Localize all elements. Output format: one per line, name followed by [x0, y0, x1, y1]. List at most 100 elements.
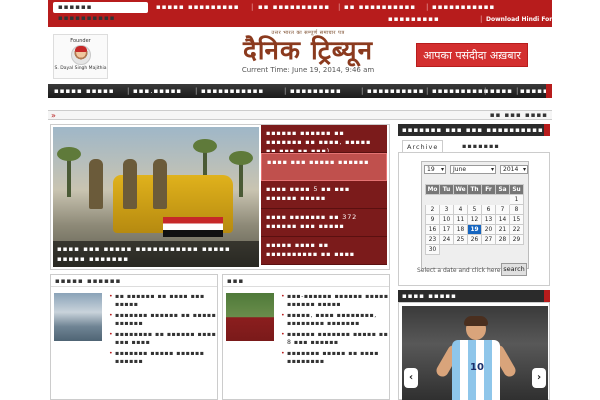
current-time: Current Time: June 19, 2014, 9:46 am — [241, 66, 375, 74]
calendar-day[interactable]: 13 — [481, 214, 496, 225]
slider-headline-active[interactable]: ▪▪▪▪ ▪▪▪ ▪▪▪▪▪ ▪▪▪▪▪▪ — [261, 153, 387, 181]
calendar-day-today[interactable]: 19 — [467, 224, 482, 235]
archive-panel: 19 June 2014 MoTuWeThFrSaSu 123456789101… — [398, 152, 550, 286]
list-item[interactable]: ▪▪▪▪▪▪▪ ▪▪▪▪▪▪ ▪▪ ▪▪▪▪▪ ▪▪▪▪▪▪ — [109, 312, 217, 328]
palm-tree-shape — [229, 151, 253, 197]
nav-item-3[interactable]: ▪▪▪▪▪▪▪▪▪▪▪ — [201, 84, 264, 98]
calendar-day[interactable]: 25 — [453, 234, 468, 245]
day-select[interactable]: 19 — [424, 165, 446, 174]
calendar-day[interactable]: 1 — [509, 194, 524, 205]
weather-thumbnail[interactable] — [54, 293, 102, 341]
calendar-day[interactable]: 27 — [481, 234, 496, 245]
nav-item-1[interactable]: ▪▪▪▪▪ ▪▪▪▪▪ — [54, 84, 115, 98]
calendar-day[interactable]: 9 — [425, 214, 440, 225]
site-header: Founder S. Dayal Singh Majithia उत्तर भा… — [48, 27, 552, 83]
calendar-day[interactable]: 2 — [425, 204, 440, 215]
slider-headline[interactable]: ▪▪▪▪ ▪▪▪▪ 5 ▪▪ ▪▪▪ ▪▪▪▪▪▪ ▪▪▪▪▪ — [261, 181, 387, 209]
calendar-day[interactable]: 29 — [509, 234, 524, 245]
jersey-number: 10 — [470, 362, 484, 373]
calendar-empty-cell — [495, 244, 510, 255]
calendar-day[interactable]: 22 — [509, 224, 524, 235]
flag-shape — [163, 217, 223, 237]
list-item[interactable]: ▪▪▪▪▪▪▪▪ ▪▪ ▪▪▪▪▪▪ ▪▪▪▪ ▪▪▪ ▪▪▪▪ — [109, 331, 217, 347]
soldier-shape — [153, 159, 167, 209]
calendar-day[interactable]: 17 — [439, 224, 454, 235]
tab-archive[interactable]: Archive — [402, 140, 444, 152]
ticker-text[interactable]: ▪▪ ▪▪▪ ▪▪▪▪ — [490, 111, 548, 120]
top-tab-active[interactable]: ▪▪▪▪▪▪ ▪▪▪▪▪▪▪▪▪▪ — [53, 2, 148, 22]
ticker-arrow-icon: » — [51, 111, 56, 120]
video-header-text: ▪▪▪▪ ▪▪▪▪▪ — [402, 292, 457, 300]
calendar-day[interactable]: 21 — [495, 224, 510, 235]
year-select[interactable]: 2014 — [500, 165, 528, 174]
site-logo[interactable]: उत्तर भारत का सम्पूर्ण समाचार पत्र दैनिक… — [220, 30, 396, 80]
calendar-day[interactable]: 28 — [495, 234, 510, 245]
nav-item-8[interactable]: ▪▪▪▪▪▪▪ — [520, 84, 560, 98]
calendar-day[interactable]: 6 — [481, 204, 496, 215]
nav-item-2[interactable]: ▪▪▪.▪▪▪▪▪ — [133, 84, 182, 98]
download-hindi-font-link[interactable]: Download Hindi Font — [486, 15, 556, 24]
chevron-right-icon[interactable]: › — [532, 368, 546, 388]
nav-item-6[interactable]: ▪▪▪▪▪▪▪▪▪▪ — [432, 84, 489, 98]
sports-thumbnail[interactable] — [226, 293, 274, 341]
calendar-weekday: Th — [467, 184, 482, 195]
calendar-empty-cell — [495, 194, 510, 205]
soldier-shape — [89, 159, 103, 209]
list-item[interactable]: ▪▪▪▪▪▪▪ ▪▪▪▪▪ ▪▪▪▪▪▪ ▪▪▪▪▪▪ — [109, 350, 217, 366]
archive-search-button[interactable]: search — [501, 263, 527, 276]
top-link-4[interactable]: ▪▪▪▪▪▪▪▪▪▪▪ — [432, 3, 495, 12]
founder-box: Founder S. Dayal Singh Majithia — [53, 34, 108, 79]
calendar-day[interactable]: 12 — [467, 214, 482, 225]
header-ad-banner[interactable]: आपका पसंदीदा अख़बार — [416, 43, 528, 67]
calendar-day[interactable]: 24 — [439, 234, 454, 245]
calendar-day[interactable]: 7 — [495, 204, 510, 215]
calendar-day[interactable]: 30 — [425, 244, 440, 255]
calendar-day[interactable]: 11 — [453, 214, 468, 225]
month-select[interactable]: June — [450, 165, 496, 174]
list-item[interactable]: ▪▪▪▪▪▪▪ ▪▪▪▪▪ ▪▪ ▪▪▪▪ ▪▪▪▪▪▪▪▪ — [281, 350, 389, 366]
calendar-empty-cell — [467, 194, 482, 205]
calendar-day[interactable]: 3 — [439, 204, 454, 215]
nav-item-5[interactable]: ▪▪▪▪▪▪▪▪▪▪ — [367, 84, 424, 98]
calendar-day[interactable]: 23 — [425, 234, 440, 245]
slider-headline[interactable]: ▪▪▪▪▪▪ ▪▪▪▪▪▪ ▪▪ ▪▪▪▪▪▪▪ ▪▪ ▪▪▪▪, ▪▪▪▪▪ … — [261, 125, 387, 153]
footballer-shape: 10 — [434, 316, 518, 400]
calendar-day[interactable]: 26 — [467, 234, 482, 245]
tab-second[interactable]: ▪▪▪▪▪▪▪ — [458, 140, 504, 152]
calendar-day[interactable]: 5 — [467, 204, 482, 215]
list-item[interactable]: ▪▪▪-▪▪▪▪▪▪ ▪▪▪▪▪▪ ▪▪▪▪▪ ▪▪▪▪▪▪ ▪▪▪▪▪ — [281, 293, 389, 309]
palm-tree-shape — [57, 147, 81, 197]
calendar-empty-cell — [453, 244, 468, 255]
top-link-5[interactable]: ▪▪▪▪▪▪▪▪▪ — [388, 15, 440, 24]
calendar-day[interactable]: 14 — [495, 214, 510, 225]
top-link-3[interactable]: ▪▪ ▪▪▪▪▪▪▪▪▪▪ — [344, 3, 416, 12]
list-item[interactable]: ▪▪ ▪▪▪▪▪▪ ▪▪ ▪▪▪▪ ▪▪▪ ▪▪▪▪▪ — [109, 293, 217, 309]
list-item[interactable]: ▪▪▪▪▪▪ ▪▪▪▪▪▪▪ ▪▪▪▪▪ ▪▪ 8 ▪▪▪ ▪▪▪▪▪▪ — [281, 331, 389, 347]
calendar-day[interactable]: 4 — [453, 204, 468, 215]
calendar-day[interactable]: 8 — [509, 204, 524, 215]
calendar-day[interactable]: 10 — [439, 214, 454, 225]
top-link-1[interactable]: ▪▪▪▪▪ ▪▪▪▪▪▪▪▪▪ — [156, 3, 240, 12]
section-left-title[interactable]: ▪▪▪▪▪ ▪▪▪▪▪▪ — [51, 275, 217, 287]
top-link-2[interactable]: ▪▪ ▪▪▪▪▪▪▪▪▪▪ — [258, 3, 330, 12]
calendar-day[interactable]: 18 — [453, 224, 468, 235]
list-item[interactable]: ▪▪▪▪▪, ▪▪▪▪ ▪▪▪▪▪▪▪▪, ▪▪▪▪▪▪▪▪ ▪▪▪▪▪▪▪ — [281, 312, 389, 328]
featured-slide-image[interactable]: ▪▪▪▪ ▪▪▪ ▪▪▪▪▪ ▪▪▪▪▪▪▪▪▪▪▪ ▪▪▪▪▪ ▪▪▪▪▪ ▪… — [53, 127, 259, 267]
calendar-empty-cell — [439, 194, 454, 205]
chevron-left-icon[interactable]: ‹ — [404, 368, 418, 388]
calendar-day[interactable]: 15 — [509, 214, 524, 225]
section-mid-title[interactable]: ▪▪▪ — [223, 275, 389, 287]
calendar-day[interactable]: 16 — [425, 224, 440, 235]
video-panel: 10 ‹ › — [398, 302, 550, 400]
slider-headline[interactable]: ▪▪▪▪▪ ▪▪▪▪ ▪▪ ▪▪▪▪▪▪▪▪▪▪ ▪▪ ▪▪▪▪ — [261, 237, 387, 265]
slider-headline[interactable]: ▪▪▪▪ ▪▪▪▪▪▪▪ ▪▪ 372 ▪▪▪▪▪▪ ▪▪▪ ▪▪▪▪▪ — [261, 209, 387, 237]
nav-item-7[interactable]: ▪▪▪▪ — [490, 84, 513, 98]
featured-slide-caption[interactable]: ▪▪▪▪ ▪▪▪ ▪▪▪▪▪ ▪▪▪▪▪▪▪▪▪▪▪ ▪▪▪▪▪ ▪▪▪▪▪ ▪… — [53, 241, 259, 267]
calendar-day[interactable]: 20 — [481, 224, 496, 235]
featured-slider: ▪▪▪▪ ▪▪▪ ▪▪▪▪▪ ▪▪▪▪▪▪▪▪▪▪▪ ▪▪▪▪▪ ▪▪▪▪▪ ▪… — [50, 124, 390, 270]
nav-separator: | — [361, 87, 364, 95]
video-slide-image[interactable]: 10 ‹ › — [402, 306, 548, 400]
nav-item-4[interactable]: ▪▪▪▪▪▪▪▪▪ — [290, 84, 342, 98]
calendar-weekday: Su — [509, 184, 524, 195]
calendar-weekday: Fr — [481, 184, 496, 195]
